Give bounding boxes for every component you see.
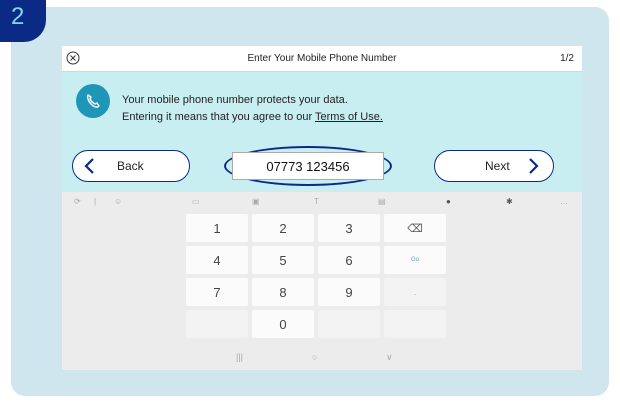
key-1[interactable]: 1 bbox=[186, 214, 248, 242]
phone-icon bbox=[76, 84, 110, 118]
recent-apps-nav[interactable]: ||| bbox=[236, 352, 243, 362]
key-7[interactable]: 7 bbox=[186, 278, 248, 306]
key-9[interactable]: 9 bbox=[318, 278, 380, 306]
phone-number-value[interactable]: 07773 123456 bbox=[232, 152, 384, 180]
blank-key-left[interactable] bbox=[186, 310, 248, 338]
sync-icon[interactable]: ⟳ bbox=[74, 197, 81, 206]
key-0[interactable]: 0 bbox=[252, 310, 314, 338]
chevron-left-icon bbox=[84, 158, 94, 174]
back-button[interactable]: Back bbox=[72, 150, 190, 182]
key-2[interactable]: 2 bbox=[252, 214, 314, 242]
gif-icon[interactable]: ▣ bbox=[252, 197, 260, 206]
step-counter: 1/2 bbox=[560, 53, 574, 64]
clipboard-icon[interactable]: ▤ bbox=[378, 197, 386, 206]
terms-of-use-link[interactable]: Terms of Use. bbox=[315, 111, 383, 123]
settings-icon[interactable]: ✱ bbox=[506, 197, 513, 206]
next-button-label: Next bbox=[485, 159, 510, 173]
mic-icon[interactable]: ● bbox=[446, 197, 451, 206]
phone-number-field[interactable]: 07773 123456 bbox=[224, 146, 392, 186]
emoji-icon[interactable]: ☺ bbox=[114, 197, 122, 206]
numeric-keyboard: ⟳ | ☺ ▭ ▣ T ▤ ● ✱ … 1 2 3 ⌫ 4 5 6 Go 7 8… bbox=[62, 192, 582, 370]
message-line-1: Your mobile phone number protects your d… bbox=[122, 94, 348, 106]
key-5[interactable]: 5 bbox=[252, 246, 314, 274]
content-panel: Your mobile phone number protects your d… bbox=[62, 72, 582, 192]
text-style-icon[interactable]: T bbox=[314, 197, 319, 206]
key-6[interactable]: 6 bbox=[318, 246, 380, 274]
key-8[interactable]: 8 bbox=[252, 278, 314, 306]
info-message: Your mobile phone number protects your d… bbox=[122, 92, 383, 126]
blank-key-right[interactable] bbox=[384, 310, 446, 338]
home-nav[interactable]: ○ bbox=[312, 352, 317, 362]
more-icon[interactable]: … bbox=[560, 197, 568, 206]
title-bar: Enter Your Mobile Phone Number 1/2 bbox=[62, 46, 582, 72]
back-button-label: Back bbox=[117, 159, 144, 173]
chevron-right-icon bbox=[528, 158, 539, 174]
phone-screen: Enter Your Mobile Phone Number 1/2 Your … bbox=[62, 46, 582, 370]
message-line-2: Entering it means that you agree to our … bbox=[122, 109, 383, 126]
step-badge: 2 bbox=[0, 0, 46, 42]
key-4[interactable]: 4 bbox=[186, 246, 248, 274]
message-line-2-text: Entering it means that you agree to our bbox=[122, 111, 316, 123]
sticker-icon[interactable]: ▭ bbox=[192, 197, 200, 206]
go-key[interactable]: Go bbox=[384, 246, 446, 274]
hide-keyboard-nav[interactable]: ∨ bbox=[386, 352, 393, 363]
period-key[interactable]: . bbox=[384, 278, 446, 306]
backspace-key[interactable]: ⌫ bbox=[384, 214, 446, 242]
page-title: Enter Your Mobile Phone Number bbox=[247, 53, 397, 64]
next-button[interactable]: Next bbox=[434, 150, 554, 182]
blank-key-middle[interactable] bbox=[318, 310, 380, 338]
keyboard-toolbar: ⟳ | ☺ ▭ ▣ T ▤ ● ✱ … bbox=[62, 192, 582, 212]
divider: | bbox=[94, 197, 97, 206]
key-3[interactable]: 3 bbox=[318, 214, 380, 242]
